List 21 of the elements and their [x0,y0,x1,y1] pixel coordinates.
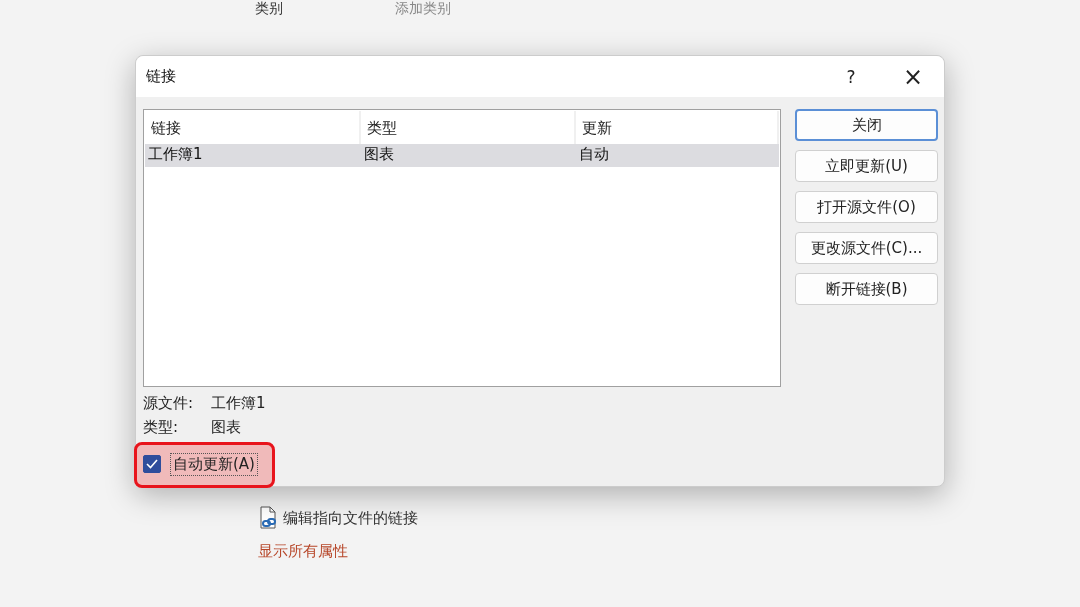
dialog-button[interactable]: 打开源文件(O) [795,191,938,223]
dialog-button[interactable]: 断开链接(B) [795,273,938,305]
dialog-button[interactable]: 立即更新(U) [795,150,938,182]
dialog-title: 链接 [146,67,177,86]
close-button[interactable]: × [882,56,944,97]
show-all-properties-link[interactable]: 显示所有属性 [258,542,418,561]
table-cell-text: 图表 [363,144,395,165]
dialog-button[interactable]: 关闭 [795,109,938,141]
dialog-button[interactable]: 更改源文件(C)... [795,232,938,264]
info-label: 类型: [143,417,180,437]
auto-update-checkbox[interactable] [143,455,161,473]
edit-links-link[interactable]: 编辑指向文件的链接 [258,506,418,530]
category-label: 类别 [255,0,283,16]
list-row[interactable]: 工作簿1 图表 自动 [145,144,779,167]
checkbox-label[interactable]: 自动更新(A) [170,452,258,476]
table-cell-text: 工作簿1 [147,144,204,165]
info-value: 工作簿1 [211,393,267,413]
table-cell-text: 自动 [578,144,610,165]
info-label: 源文件: [143,393,195,413]
help-button[interactable]: ? [820,56,882,97]
info-value: 图表 [211,417,242,437]
